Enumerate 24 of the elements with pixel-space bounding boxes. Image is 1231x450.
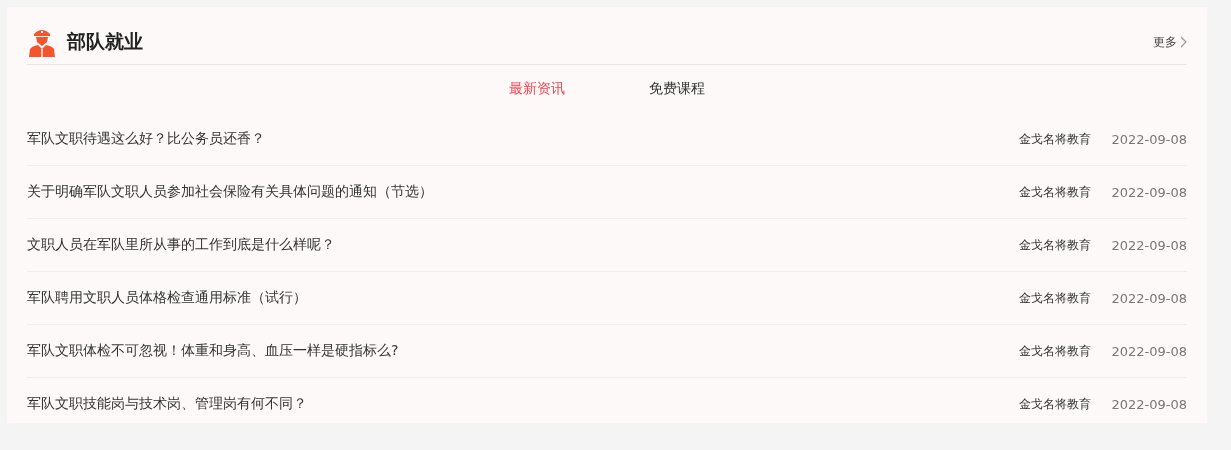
more-link[interactable]: 更多 [1153,33,1187,51]
tab[interactable]: 最新资讯 [509,80,565,98]
article-source: 金戈名将教育 [1019,236,1092,254]
article-link[interactable]: 军队聘用文职人员体格检查通用标准（试行） [27,289,1020,307]
article-source: 金戈名将教育 [1019,130,1092,148]
article-date: 2022-09-08 [1111,396,1187,412]
article-link[interactable]: 军队文职体检不可忽视！体重和身高、血压一样是硬指标么? [27,342,1020,360]
chevron-right-icon [1180,36,1187,48]
article-date: 2022-09-08 [1111,343,1187,359]
article-date: 2022-09-08 [1111,131,1187,147]
article-date: 2022-09-08 [1111,290,1187,306]
article-link[interactable]: 军队文职待遇这么好？比公务员还香？ [27,130,1020,148]
article-link[interactable]: 文职人员在军队里所从事的工作到底是什么样呢？ [27,236,1020,254]
article-date: 2022-09-08 [1111,237,1187,253]
article-link[interactable]: 军队文职技能岗与技术岗、管理岗有何不同？ [27,395,1020,413]
article-link[interactable]: 关于明确军队文职人员参加社会保险有关具体问题的通知（节选） [27,183,1020,201]
soldier-icon [27,27,57,57]
tab[interactable]: 免费课程 [649,80,705,98]
article-source: 金戈名将教育 [1019,342,1092,360]
article-date: 2022-09-08 [1111,184,1187,200]
article-source: 金戈名将教育 [1019,289,1092,307]
article-source: 金戈名将教育 [1019,183,1092,201]
section-title: 部队就业 [67,29,143,54]
article-source: 金戈名将教育 [1019,395,1092,413]
